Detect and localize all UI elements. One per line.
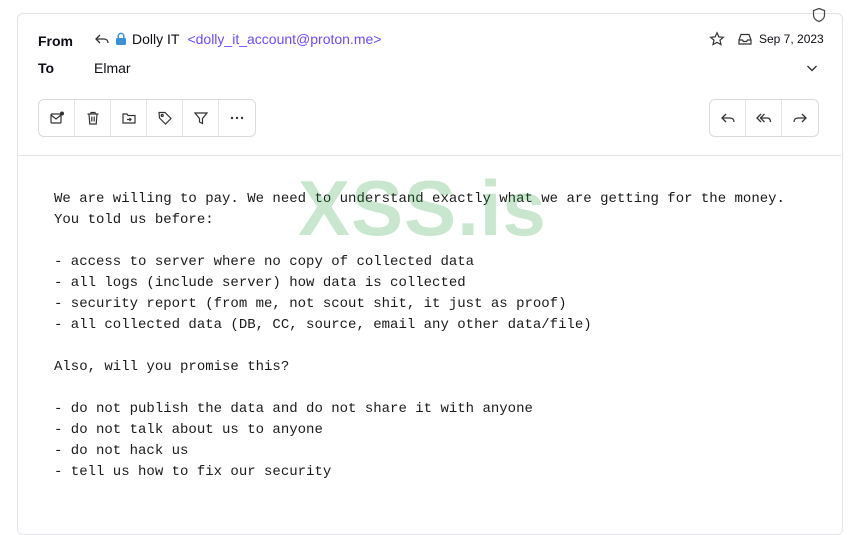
label-icon — [157, 110, 173, 126]
reply-all-icon — [755, 110, 772, 126]
lock-icon[interactable] — [114, 32, 128, 46]
reply-arrow-icon — [94, 31, 110, 47]
filter-icon — [193, 110, 209, 126]
sender-address[interactable]: <dolly_it_account@proton.me> — [187, 31, 381, 47]
from-label: From — [38, 33, 73, 49]
trash-icon — [85, 110, 101, 126]
more-button[interactable] — [219, 100, 255, 136]
delete-button[interactable] — [75, 100, 111, 136]
star-icon[interactable] — [709, 31, 725, 47]
move-button[interactable] — [111, 100, 147, 136]
mark-unread-icon — [49, 110, 65, 126]
filter-button[interactable] — [183, 100, 219, 136]
reply-button[interactable] — [710, 100, 746, 136]
forward-icon — [792, 110, 808, 126]
sender[interactable]: Dolly IT <dolly_it_account@proton.me> — [94, 31, 381, 47]
message-date: Sep 7, 2023 — [759, 32, 824, 46]
sender-name: Dolly IT — [132, 31, 180, 47]
reply-icon — [720, 110, 736, 126]
header-divider — [18, 155, 841, 156]
move-icon — [121, 110, 137, 126]
message-body: We are willing to pay. We need to unders… — [54, 191, 785, 480]
reply-toolbar — [709, 99, 819, 137]
forward-button[interactable] — [782, 100, 818, 136]
recipient[interactable]: Elmar — [94, 60, 131, 76]
mark-unread-button[interactable] — [39, 100, 75, 136]
shield-icon[interactable] — [811, 7, 827, 23]
more-icon — [229, 110, 245, 126]
label-button[interactable] — [147, 100, 183, 136]
reply-all-button[interactable] — [746, 100, 782, 136]
message-toolbar — [38, 99, 256, 137]
chevron-down-icon[interactable] — [804, 60, 820, 76]
to-label: To — [38, 60, 55, 76]
inbox-icon — [737, 31, 753, 47]
message-meta: Sep 7, 2023 — [709, 31, 853, 47]
